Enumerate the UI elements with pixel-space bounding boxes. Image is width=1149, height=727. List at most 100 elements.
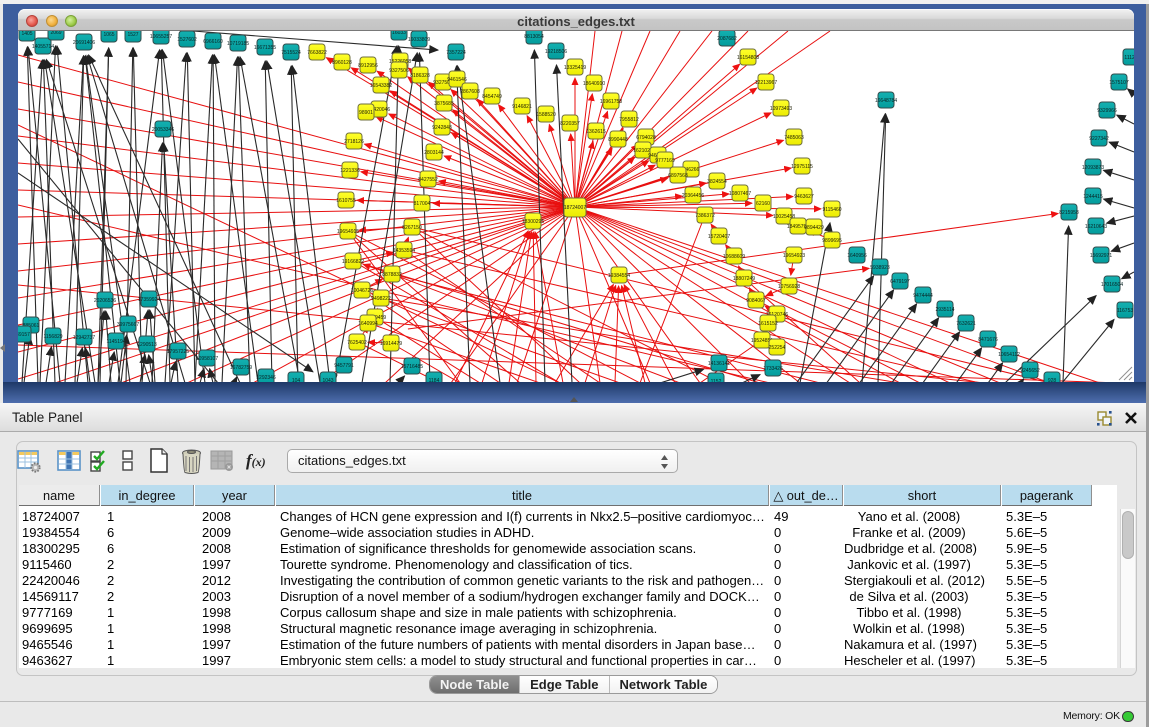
svg-text:17016504: 17016504 bbox=[1101, 282, 1123, 288]
svg-text:19654915: 19654915 bbox=[337, 229, 359, 235]
svg-text:10688609: 10688609 bbox=[723, 254, 745, 260]
svg-text:98901: 98901 bbox=[359, 110, 373, 116]
svg-text:2069: 2069 bbox=[50, 31, 61, 36]
svg-text:9329966: 9329966 bbox=[1097, 108, 1117, 114]
svg-text:7632621: 7632621 bbox=[956, 321, 976, 327]
svg-text:9777169: 9777169 bbox=[655, 158, 675, 164]
svg-text:8990448: 8990448 bbox=[608, 137, 628, 143]
svg-text:13325419: 13325419 bbox=[564, 65, 586, 71]
svg-text:16033: 16033 bbox=[392, 31, 406, 36]
svg-text:12942737: 12942737 bbox=[73, 335, 95, 341]
svg-text:104: 104 bbox=[292, 378, 301, 382]
svg-text:16543382: 16543382 bbox=[370, 83, 392, 89]
svg-text:17359924: 17359924 bbox=[138, 297, 160, 303]
svg-text:7663822: 7663822 bbox=[307, 50, 327, 56]
svg-text:1575107: 1575107 bbox=[1109, 80, 1129, 86]
svg-text:2935114: 2935114 bbox=[935, 307, 954, 313]
svg-text:9457791: 9457791 bbox=[334, 363, 354, 369]
svg-text:252254: 252254 bbox=[769, 345, 786, 351]
svg-text:15692971: 15692971 bbox=[1090, 253, 1112, 259]
svg-text:1184: 1184 bbox=[429, 378, 440, 382]
svg-text:9227342: 9227342 bbox=[1089, 136, 1109, 142]
svg-text:9327506: 9327506 bbox=[389, 68, 409, 74]
svg-text:20691406: 20691406 bbox=[73, 40, 95, 46]
svg-text:10719185: 10719185 bbox=[227, 41, 249, 47]
svg-text:16648784: 16648784 bbox=[875, 98, 897, 104]
svg-text:16782759: 16782759 bbox=[230, 365, 252, 371]
svg-text:9242848: 9242848 bbox=[432, 125, 452, 131]
svg-text:8471676: 8471676 bbox=[978, 337, 998, 343]
svg-text:8427552: 8427552 bbox=[418, 177, 438, 183]
svg-text:1640994: 1640994 bbox=[358, 321, 378, 327]
svg-text:1615152: 1615152 bbox=[758, 321, 778, 327]
svg-text:16033809: 16033809 bbox=[408, 37, 430, 43]
svg-text:10958107: 10958107 bbox=[196, 356, 218, 362]
svg-text:62160: 62160 bbox=[756, 201, 770, 207]
svg-text:7386372: 7386372 bbox=[695, 213, 715, 219]
svg-text:18300295: 18300295 bbox=[522, 219, 544, 225]
svg-text:20053346: 20053346 bbox=[152, 127, 174, 133]
svg-text:6479197: 6479197 bbox=[890, 279, 910, 285]
svg-text:16154808: 16154808 bbox=[737, 55, 759, 61]
svg-text:9084067: 9084067 bbox=[746, 298, 766, 304]
svg-text:817004: 817004 bbox=[414, 201, 431, 207]
svg-text:1733426: 1733426 bbox=[763, 366, 783, 372]
svg-text:15720407: 15720407 bbox=[708, 234, 730, 240]
svg-text:7357224: 7357224 bbox=[446, 50, 466, 56]
svg-text:2803144: 2803144 bbox=[424, 150, 444, 156]
svg-text:9899695: 9899695 bbox=[822, 238, 842, 244]
svg-text:8215958: 8215958 bbox=[1059, 210, 1079, 216]
svg-text:18807249: 18807249 bbox=[733, 276, 755, 282]
svg-text:10655257: 10655257 bbox=[150, 34, 172, 40]
svg-text:14353594: 14353594 bbox=[393, 248, 415, 254]
svg-text:8454749: 8454749 bbox=[482, 94, 502, 100]
svg-text:1588520: 1588520 bbox=[536, 112, 556, 118]
svg-text:16914479: 16914479 bbox=[380, 341, 402, 347]
svg-text:7625402: 7625402 bbox=[347, 340, 367, 346]
svg-text:1244415: 1244415 bbox=[1083, 194, 1103, 200]
svg-text:8960128: 8960128 bbox=[332, 60, 352, 66]
svg-text:9146821: 9146821 bbox=[512, 104, 532, 110]
svg-text:17957225: 17957225 bbox=[167, 349, 189, 355]
svg-text:14136141: 14136141 bbox=[708, 361, 730, 367]
svg-text:16210643: 16210643 bbox=[1085, 224, 1107, 230]
svg-text:20364456: 20364456 bbox=[682, 193, 704, 199]
svg-text:1156829: 1156829 bbox=[43, 334, 62, 340]
svg-text:12975115: 12975115 bbox=[791, 164, 813, 170]
svg-text:10654112: 10654112 bbox=[998, 352, 1020, 358]
svg-text:1405: 1405 bbox=[21, 31, 32, 37]
svg-text:2718126: 2718126 bbox=[344, 139, 364, 145]
svg-text:1152: 1152 bbox=[711, 379, 722, 382]
svg-text:14055714: 14055714 bbox=[32, 44, 54, 50]
svg-text:1043: 1043 bbox=[322, 378, 333, 382]
svg-text:8878832: 8878832 bbox=[382, 272, 402, 278]
svg-text:10973493: 10973493 bbox=[770, 106, 792, 112]
svg-text:12093873: 12093873 bbox=[1082, 165, 1104, 171]
svg-text:6897568: 6897568 bbox=[668, 173, 688, 179]
svg-text:1610755: 1610755 bbox=[336, 198, 356, 204]
svg-text:18640910: 18640910 bbox=[583, 81, 605, 87]
svg-text:9498222: 9498222 bbox=[371, 296, 391, 302]
svg-text:1065: 1065 bbox=[103, 32, 114, 38]
svg-text:928: 928 bbox=[1048, 378, 1057, 382]
svg-text:7515524: 7515524 bbox=[281, 50, 301, 56]
svg-text:10807467: 10807467 bbox=[729, 191, 751, 197]
svg-text:5938923: 5938923 bbox=[870, 265, 890, 271]
svg-text:6966160: 6966160 bbox=[203, 39, 223, 45]
svg-text:9894429: 9894429 bbox=[804, 225, 824, 231]
svg-text:19218506: 19218506 bbox=[545, 49, 567, 55]
svg-text:1362615: 1362615 bbox=[586, 129, 606, 135]
svg-text:8186328: 8186328 bbox=[410, 73, 430, 79]
svg-text:1292346: 1292346 bbox=[256, 375, 276, 381]
svg-text:9463627: 9463627 bbox=[794, 194, 814, 200]
svg-text:8813054: 8813054 bbox=[524, 34, 544, 40]
svg-text:2087682: 2087682 bbox=[717, 36, 737, 42]
svg-text:9115460: 9115460 bbox=[822, 207, 841, 213]
svg-text:1640956: 1640956 bbox=[847, 253, 867, 259]
svg-text:16671355: 16671355 bbox=[254, 45, 276, 51]
svg-text:11123: 11123 bbox=[1124, 55, 1134, 61]
svg-text:2867608: 2867608 bbox=[460, 89, 480, 95]
svg-text:9474444: 9474444 bbox=[913, 293, 933, 299]
svg-text:39975667: 39975667 bbox=[117, 322, 139, 328]
svg-text:18724007: 18724007 bbox=[564, 205, 586, 211]
